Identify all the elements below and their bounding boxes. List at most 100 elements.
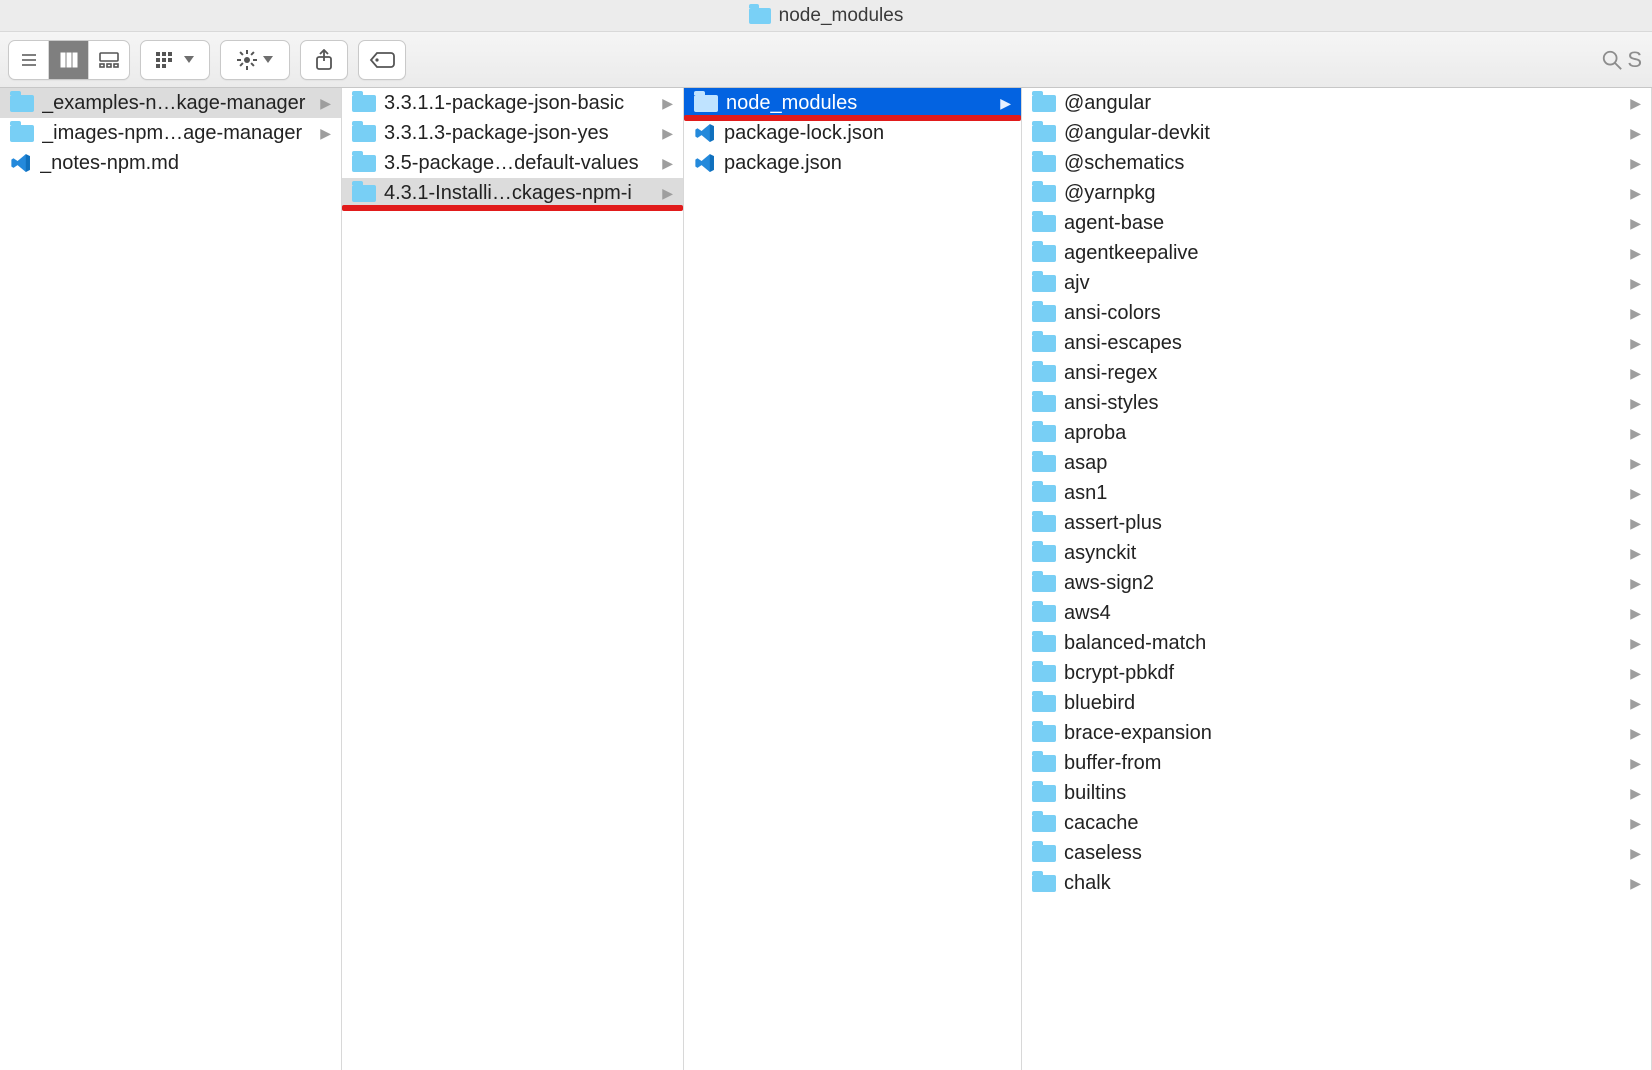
edit-tags-button[interactable] (358, 40, 406, 80)
folder-row[interactable]: bcrypt-pbkdf▶ (1022, 658, 1651, 688)
view-icon-gallery[interactable] (89, 41, 129, 79)
disclosure-chevron-icon: ▶ (1626, 155, 1645, 172)
folder-row[interactable]: agent-base▶ (1022, 208, 1651, 238)
row-label: asn1 (1064, 482, 1618, 505)
folder-row[interactable]: aws-sign2 ▶ (1022, 568, 1651, 598)
folder-row[interactable]: 3.3.1.3-package-json-yes▶ (342, 118, 683, 148)
folder-row[interactable]: assert-plus ▶ (1022, 508, 1651, 538)
row-label: caseless (1064, 842, 1618, 865)
folder-row[interactable]: builtins▶ (1022, 778, 1651, 808)
folder-row[interactable]: buffer-from▶ (1022, 748, 1651, 778)
folder-icon (1032, 545, 1056, 562)
row-label: @schematics (1064, 152, 1618, 175)
folder-row[interactable]: @angular-devkit▶ (1022, 118, 1651, 148)
disclosure-chevron-icon: ▶ (1626, 635, 1645, 652)
disclosure-chevron-icon: ▶ (316, 95, 335, 112)
disclosure-chevron-icon: ▶ (1626, 215, 1645, 232)
folder-icon (1032, 785, 1056, 802)
folder-row[interactable]: @schematics ▶ (1022, 148, 1651, 178)
row-label: _examples-n…kage-manager (42, 92, 308, 115)
disclosure-chevron-icon: ▶ (1626, 485, 1645, 502)
folder-row[interactable]: 3.3.1.1-package-json-basic▶ (342, 88, 683, 118)
view-icon-columns[interactable] (49, 41, 89, 79)
row-label: aws-sign2 (1064, 572, 1618, 595)
disclosure-chevron-icon: ▶ (1626, 815, 1645, 832)
folder-row[interactable]: bluebird▶ (1022, 688, 1651, 718)
folder-icon (352, 95, 376, 112)
disclosure-chevron-icon: ▶ (1626, 665, 1645, 682)
folder-icon (1032, 305, 1056, 322)
folder-icon (352, 125, 376, 142)
folder-row[interactable]: node_modules▶ (684, 88, 1021, 118)
folder-row[interactable]: asap▶ (1022, 448, 1651, 478)
disclosure-chevron-icon: ▶ (1626, 575, 1645, 592)
disclosure-chevron-icon: ▶ (1626, 755, 1645, 772)
folder-row[interactable]: agentkeepalive ▶ (1022, 238, 1651, 268)
row-label: package.json (724, 152, 1015, 175)
window-title: node_modules (779, 5, 904, 27)
folder-row[interactable]: chalk▶ (1022, 868, 1651, 898)
folder-row[interactable]: ansi-escapes▶ (1022, 328, 1651, 358)
column-1[interactable]: 3.3.1.1-package-json-basic▶3.3.1.3-packa… (342, 88, 684, 1070)
row-label: balanced-match (1064, 632, 1618, 655)
finder-window: node_modules (0, 0, 1652, 1070)
disclosure-chevron-icon: ▶ (1626, 365, 1645, 382)
folder-row[interactable]: asn1 ▶ (1022, 478, 1651, 508)
folder-row[interactable]: 4.3.1-Installi…ckages-npm-i▶ (342, 178, 683, 208)
folder-icon (1032, 185, 1056, 202)
folder-row[interactable]: cacache▶ (1022, 808, 1651, 838)
folder-row[interactable]: @angular▶ (1022, 88, 1651, 118)
folder-icon (1032, 875, 1056, 892)
folder-row[interactable]: ansi-regex ▶ (1022, 358, 1651, 388)
folder-row[interactable]: @yarnpkg▶ (1022, 178, 1651, 208)
row-label: builtins (1064, 782, 1618, 805)
folder-icon (1032, 395, 1056, 412)
folder-row[interactable]: _images-npm…age-manager▶ (0, 118, 341, 148)
folder-row[interactable]: ajv▶ (1022, 268, 1651, 298)
column-3[interactable]: @angular▶@angular-devkit▶@schematics▶@ya… (1022, 88, 1652, 1070)
row-label: aproba (1064, 422, 1618, 445)
file-row[interactable]: package.json (684, 148, 1021, 178)
file-row[interactable]: _notes-npm.md (0, 148, 341, 178)
folder-row[interactable]: aproba ▶ (1022, 418, 1651, 448)
folder-row[interactable]: balanced-match ▶ (1022, 628, 1651, 658)
action-menu-button[interactable] (220, 40, 290, 80)
view-icon-list[interactable] (9, 41, 49, 79)
row-label: agentkeepalive (1064, 242, 1618, 265)
row-label: ansi-regex (1064, 362, 1618, 385)
vscode-file-icon (694, 152, 716, 174)
disclosure-chevron-icon: ▶ (1626, 245, 1645, 262)
disclosure-chevron-icon: ▶ (1626, 305, 1645, 322)
folder-row[interactable]: 3.5-package…default-values▶ (342, 148, 683, 178)
row-label: asynckit (1064, 542, 1618, 565)
folder-icon (1032, 95, 1056, 112)
folder-row[interactable]: caseless▶ (1022, 838, 1651, 868)
file-row[interactable]: package-lock.json (684, 118, 1021, 148)
disclosure-chevron-icon: ▶ (1626, 95, 1645, 112)
folder-icon (1032, 815, 1056, 832)
folder-row[interactable]: ansi-styles▶ (1022, 388, 1651, 418)
folder-row[interactable]: aws4▶ (1022, 598, 1651, 628)
titlebar: node_modules (0, 0, 1652, 32)
folder-row[interactable]: ansi-colors▶ (1022, 298, 1651, 328)
row-label: @angular-devkit (1064, 122, 1618, 145)
toolbar: S (0, 32, 1652, 88)
folder-row[interactable]: brace-expansion▶ (1022, 718, 1651, 748)
folder-row[interactable]: asynckit▶ (1022, 538, 1651, 568)
folder-row[interactable]: _examples-n…kage-manager ▶ (0, 88, 341, 118)
folder-icon (1032, 485, 1056, 502)
column-0[interactable]: _examples-n…kage-manager ▶ _images-npm…age… (0, 88, 342, 1070)
disclosure-chevron-icon: ▶ (1626, 425, 1645, 442)
column-2[interactable]: node_modules▶package-lock.json package.js… (684, 88, 1022, 1070)
disclosure-chevron-icon: ▶ (1626, 515, 1645, 532)
folder-icon (1032, 365, 1056, 382)
disclosure-chevron-icon: ▶ (1626, 395, 1645, 412)
row-label: assert-plus (1064, 512, 1618, 535)
search-field[interactable]: S (1601, 47, 1644, 73)
share-button[interactable] (300, 40, 348, 80)
search-icon (1601, 49, 1623, 71)
disclosure-chevron-icon: ▶ (658, 185, 677, 202)
disclosure-chevron-icon: ▶ (996, 95, 1015, 112)
group-by-button[interactable] (140, 40, 210, 80)
folder-icon (1032, 695, 1056, 712)
